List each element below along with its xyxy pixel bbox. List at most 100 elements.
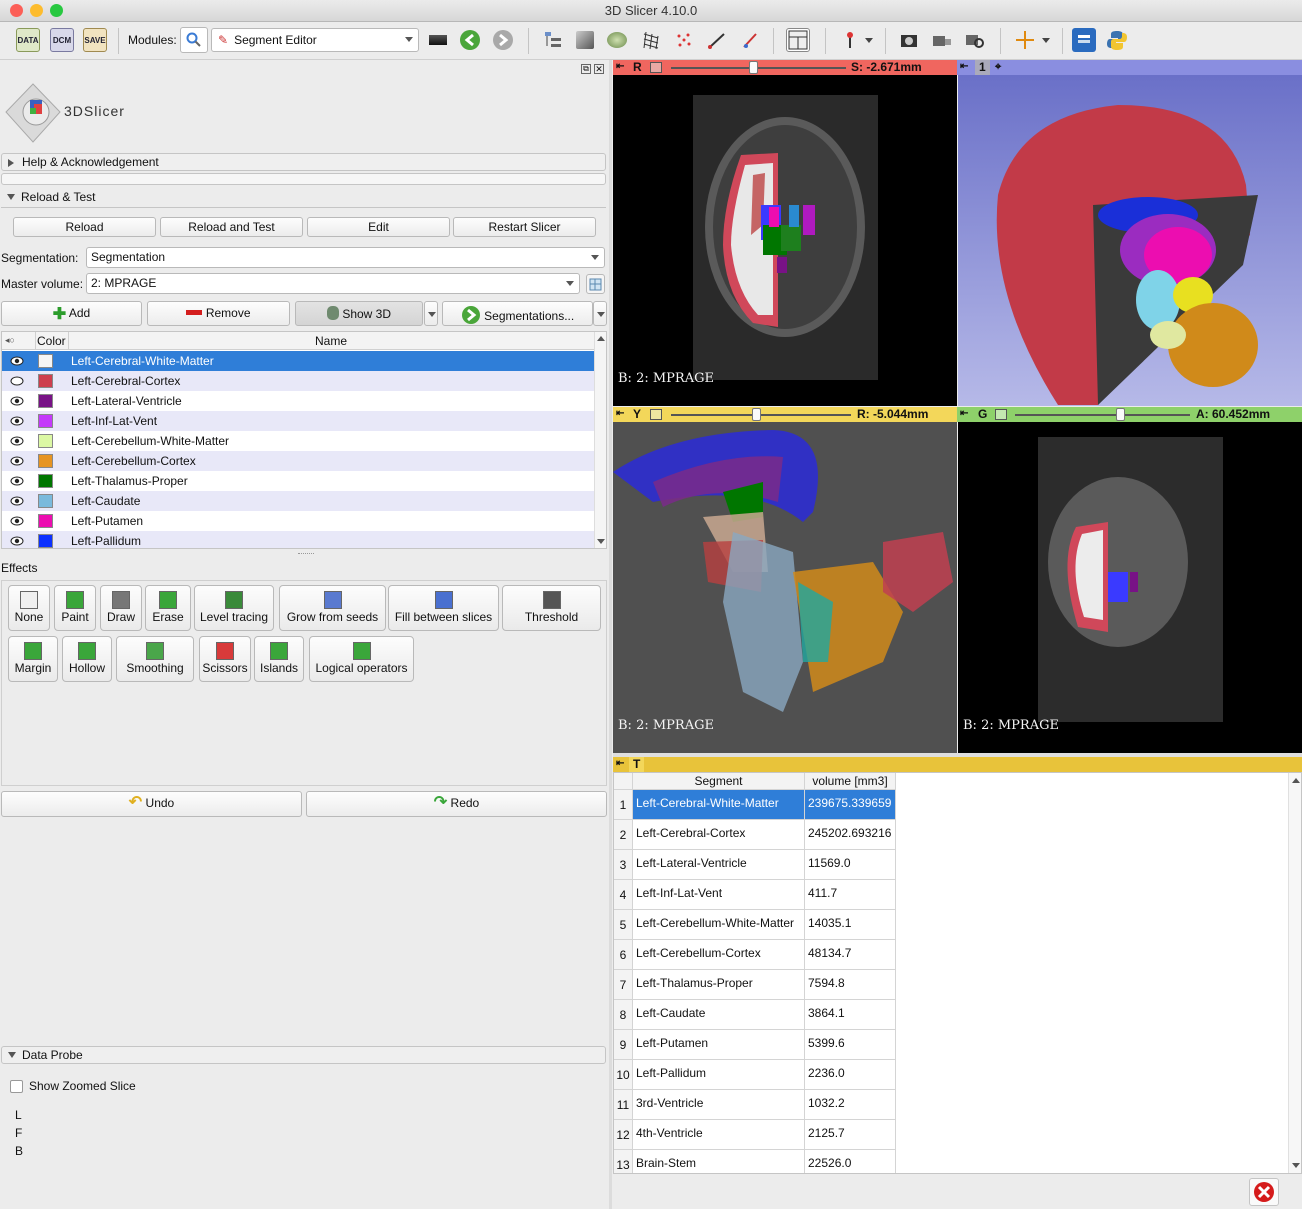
segment-name[interactable]: Left-Cerebral-White-Matter (71, 354, 214, 368)
show-zoomed-slice-checkbox[interactable] (10, 1080, 23, 1093)
mouse-mode-button[interactable] (838, 28, 862, 52)
row-number[interactable]: 3 (614, 850, 633, 880)
effect-logical-operators-button[interactable]: Logical operators (309, 636, 414, 682)
crosshair-button[interactable] (1013, 28, 1037, 52)
reload-section-header[interactable]: Reload & Test (1, 189, 606, 207)
reload-and-test-button[interactable]: Reload and Test (160, 217, 303, 237)
eye-icon[interactable] (10, 356, 24, 366)
segments-scrollbar[interactable] (594, 332, 606, 548)
segment-color-swatch[interactable] (38, 474, 53, 488)
redo-button[interactable]: ↷ Redo (306, 791, 607, 817)
segment-name-cell[interactable]: Left-Cerebral-White-Matter (633, 790, 805, 820)
markups-points-button[interactable] (672, 28, 696, 52)
segment-name-cell[interactable]: Left-Thalamus-Proper (633, 970, 805, 1000)
segment-row[interactable]: Left-Cerebellum-Cortex (2, 451, 594, 471)
scroll-up-icon[interactable] (1292, 778, 1300, 783)
scroll-up-icon[interactable] (597, 336, 605, 341)
effect-erase-button[interactable]: Erase (145, 585, 191, 631)
undock-icon[interactable]: ⧉ (581, 64, 591, 74)
color-column-header[interactable]: Color (37, 334, 66, 348)
help-section-header[interactable]: Help & Acknowledgement (1, 153, 606, 171)
eye-hidden-icon[interactable] (10, 376, 24, 386)
back-button[interactable] (458, 28, 482, 52)
volumes-module-button[interactable] (573, 28, 597, 52)
show-3d-button[interactable]: Show 3D (295, 301, 423, 326)
segment-color-swatch[interactable] (38, 354, 53, 368)
effect-fill-between-slices-button[interactable]: Fill between slices (388, 585, 499, 631)
volume-cell[interactable]: 22526.0 (805, 1150, 896, 1173)
segment-name-cell[interactable]: Left-Putamen (633, 1030, 805, 1060)
effect-none-button[interactable]: None (8, 585, 50, 631)
volume-cell[interactable]: 245202.693216 (805, 820, 896, 850)
python-console-button[interactable] (1105, 28, 1129, 52)
volume-cell[interactable]: 14035.1 (805, 910, 896, 940)
view-options-icon[interactable]: ⌖ (995, 61, 1001, 74)
master-volume-selector[interactable]: 2: MPRAGE (86, 273, 580, 294)
transforms-module-button[interactable] (639, 28, 663, 52)
splitter-handle[interactable] (298, 553, 314, 555)
segment-editor-module-button[interactable] (738, 28, 762, 52)
effect-threshold-button[interactable]: Threshold (502, 585, 601, 631)
segment-color-swatch[interactable] (38, 374, 53, 388)
row-number[interactable]: 4 (614, 880, 633, 910)
segment-color-swatch[interactable] (38, 454, 53, 468)
segment-name[interactable]: Left-Pallidum (71, 534, 141, 548)
yellow-offset-slider-handle[interactable] (751, 408, 761, 421)
segment-name-cell[interactable]: Left-Pallidum (633, 1060, 805, 1090)
row-number[interactable]: 5 (614, 910, 633, 940)
layout-button[interactable] (786, 28, 810, 52)
green-offset-slider-handle[interactable] (1116, 408, 1125, 421)
segment-name[interactable]: Left-Cerebellum-White-Matter (71, 434, 229, 448)
slice-options-icon[interactable] (650, 62, 662, 73)
segment-row[interactable]: Left-Cerebral-White-Matter (2, 351, 594, 371)
segment-name[interactable]: Left-Cerebral-Cortex (71, 374, 180, 388)
screenshot-button[interactable] (897, 28, 921, 52)
pin-icon[interactable]: ⇤ (616, 758, 624, 769)
volume-cell[interactable]: 5399.6 (805, 1030, 896, 1060)
row-number[interactable]: 2 (614, 820, 633, 850)
chevron-down-icon[interactable] (865, 38, 873, 43)
slice-intersection-button[interactable] (586, 274, 605, 294)
segment-color-swatch[interactable] (38, 494, 53, 508)
eye-icon[interactable] (10, 516, 24, 526)
error-log-button[interactable] (1249, 1178, 1279, 1206)
add-segment-button[interactable]: ✚ Add (1, 301, 142, 326)
module-selector[interactable]: ✎ Segment Editor (211, 28, 419, 52)
segment-row[interactable]: Left-Cerebral-Cortex (2, 371, 594, 391)
forward-button[interactable] (491, 28, 515, 52)
pin-icon[interactable]: ⇤ (616, 408, 624, 419)
segment-name[interactable]: Left-Lateral-Ventricle (71, 394, 182, 408)
scroll-down-icon[interactable] (1292, 1163, 1300, 1168)
segment-row[interactable]: Left-Inf-Lat-Vent (2, 411, 594, 431)
effect-draw-button[interactable]: Draw (100, 585, 142, 631)
segment-name-cell[interactable]: Left-Cerebellum-White-Matter (633, 910, 805, 940)
volume-cell[interactable]: 2236.0 (805, 1060, 896, 1090)
green-slice-view[interactable]: B: 2: MPRAGE (958, 422, 1302, 753)
threed-view[interactable] (958, 75, 1302, 406)
segmentations-menu-button[interactable] (593, 301, 607, 326)
pin-icon[interactable]: ⇤ (960, 61, 968, 72)
remove-segment-button[interactable]: Remove (147, 301, 290, 326)
row-number[interactable]: 6 (614, 940, 633, 970)
scroll-down-icon[interactable] (597, 539, 605, 544)
save-button[interactable]: SAVE (83, 28, 107, 52)
slice-options-icon[interactable] (995, 409, 1007, 420)
segment-name-cell[interactable]: 3rd-Ventricle (633, 1090, 805, 1120)
load-data-button[interactable]: DATA (16, 28, 40, 52)
segment-color-swatch[interactable] (38, 514, 53, 528)
chevron-down-icon[interactable] (1042, 38, 1050, 43)
segment-name[interactable]: Left-Caudate (71, 494, 140, 508)
red-offset-slider-track[interactable] (671, 67, 846, 69)
table-scrollbar[interactable] (1288, 773, 1301, 1173)
row-number[interactable]: 8 (614, 1000, 633, 1030)
segment-row[interactable]: Left-Thalamus-Proper (2, 471, 594, 491)
row-number[interactable]: 11 (614, 1090, 633, 1120)
segment-row[interactable]: Left-Caudate (2, 491, 594, 511)
segment-name[interactable]: Left-Putamen (71, 514, 143, 528)
segment-row[interactable]: Left-Lateral-Ventricle (2, 391, 594, 411)
extensions-button[interactable] (1072, 28, 1096, 52)
eye-icon[interactable] (10, 396, 24, 406)
row-number[interactable]: 10 (614, 1060, 633, 1090)
segment-color-swatch[interactable] (38, 434, 53, 448)
row-number[interactable]: 12 (614, 1120, 633, 1150)
